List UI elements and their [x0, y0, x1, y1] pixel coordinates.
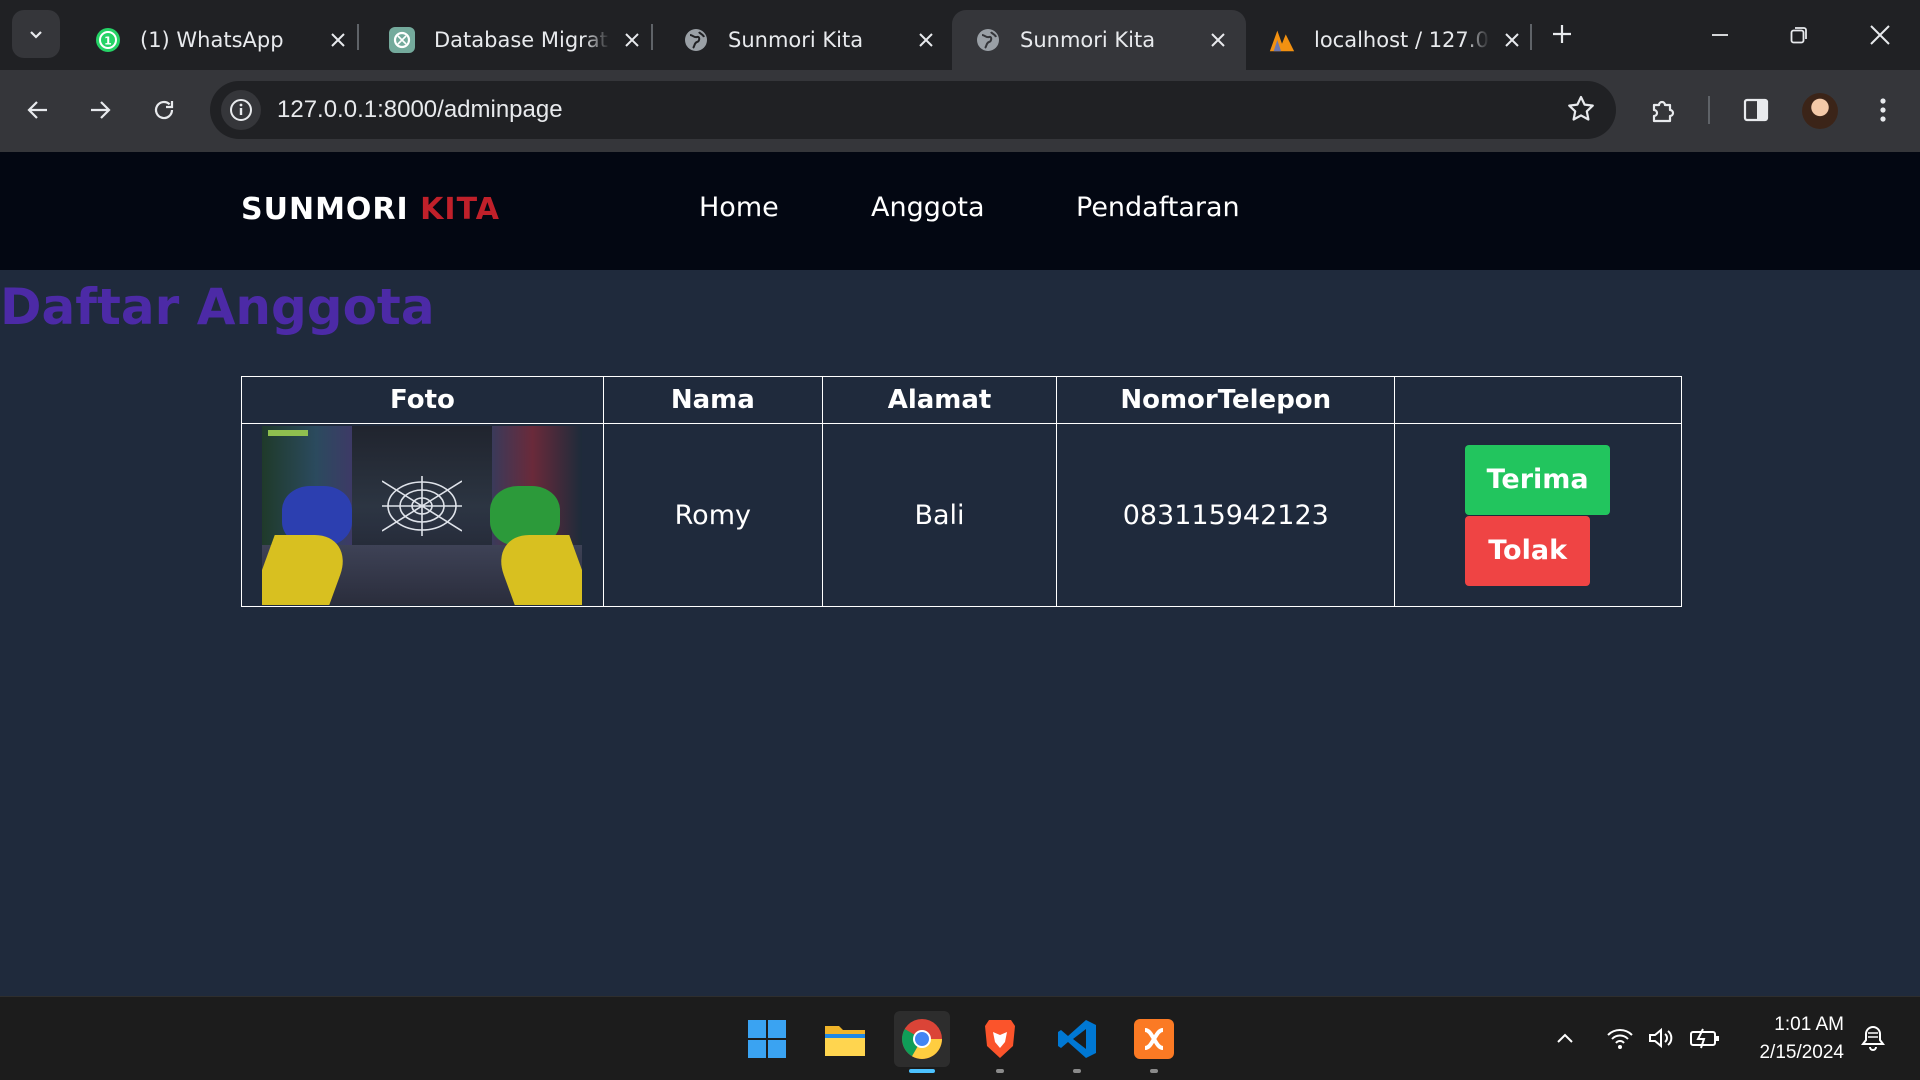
- file-explorer-icon[interactable]: [817, 1011, 873, 1067]
- brave-icon[interactable]: [972, 1011, 1028, 1073]
- restore-icon: [1790, 27, 1807, 44]
- chrome-icon[interactable]: [894, 1011, 950, 1073]
- close-window-button[interactable]: [1850, 10, 1910, 60]
- windows-taskbar: 1:01 AM 2/15/2024: [0, 996, 1920, 1080]
- accept-button[interactable]: Terima: [1465, 444, 1611, 515]
- tab-sunmori-kita-1[interactable]: Sunmori Kita: [660, 10, 954, 70]
- close-icon[interactable]: [1498, 26, 1526, 54]
- close-icon[interactable]: [1204, 26, 1232, 54]
- table-header-row: Foto Nama Alamat NomorTelepon: [241, 376, 1682, 424]
- header-foto: Foto: [241, 376, 604, 424]
- taskbar-indicator: [909, 1069, 935, 1073]
- clock-date: 2/15/2024: [1759, 1042, 1844, 1063]
- nama-cell: Romy: [602, 423, 823, 607]
- table-row: Romy Bali 083115942123 Terima Tolak: [241, 423, 1682, 607]
- wifi-icon[interactable]: [1603, 1021, 1637, 1055]
- chevron-down-icon: [30, 31, 42, 39]
- toolbar-separator: [1708, 96, 1710, 124]
- vscode-icon[interactable]: [1049, 1011, 1105, 1073]
- tab-separator: [357, 24, 359, 50]
- windows-start-icon[interactable]: [739, 1011, 795, 1067]
- system-clock[interactable]: 1:01 AM 2/15/2024: [1730, 1011, 1844, 1067]
- tab-title: Sunmori Kita: [1020, 28, 1156, 52]
- chatgpt-icon: [388, 26, 416, 54]
- browser-tab-bar: 1 (1) WhatsApp Database Migration Sunmor…: [0, 0, 1920, 70]
- extensions-button[interactable]: [1640, 87, 1686, 133]
- tab-title: localhost / 127.0.0.1: [1314, 28, 1490, 52]
- tab-database-migration[interactable]: Database Migration: [366, 10, 660, 70]
- brand-part-1: SUNMORI: [241, 192, 409, 227]
- globe-icon: [682, 26, 710, 54]
- clock-time: 1:01 AM: [1774, 1014, 1844, 1035]
- plus-icon: [1553, 25, 1571, 43]
- telepon-cell: 083115942123: [1056, 423, 1396, 607]
- back-button[interactable]: [14, 86, 62, 134]
- profile-avatar[interactable]: [1802, 93, 1838, 129]
- actions-cell: Terima Tolak: [1394, 423, 1682, 607]
- globe-icon: [974, 26, 1002, 54]
- address-bar[interactable]: 127.0.0.1:8000/adminpage: [210, 81, 1616, 139]
- nav-link-anggota[interactable]: Anggota: [871, 192, 985, 223]
- tab-whatsapp[interactable]: 1 (1) WhatsApp: [72, 10, 366, 70]
- taskbar-indicator: [1073, 1069, 1081, 1073]
- members-table: Foto Nama Alamat NomorTelepon Romy Bali …: [241, 376, 1682, 607]
- xampp-icon[interactable]: [1126, 1011, 1182, 1073]
- menu-button[interactable]: [1860, 87, 1906, 133]
- forward-button[interactable]: [76, 86, 124, 134]
- tab-title: Sunmori Kita: [728, 28, 864, 52]
- close-icon[interactable]: [618, 26, 646, 54]
- taskbar-indicator: [1150, 1069, 1158, 1073]
- url-text[interactable]: 127.0.0.1:8000/adminpage: [277, 96, 563, 124]
- kebab-menu-icon: [1880, 98, 1886, 122]
- spider-web-icon: [382, 475, 462, 536]
- site-navbar: SUNMORI KITA Home Anggota Pendaftaran: [0, 152, 1920, 270]
- side-panel-button[interactable]: [1733, 87, 1779, 133]
- bookmark-star-icon[interactable]: [1566, 94, 1596, 128]
- arrow-left-icon: [27, 101, 47, 119]
- header-alamat: Alamat: [821, 376, 1058, 424]
- close-icon[interactable]: [912, 26, 940, 54]
- tab-separator: [1530, 24, 1532, 50]
- battery-icon[interactable]: [1688, 1021, 1722, 1055]
- reload-button[interactable]: [140, 86, 188, 134]
- chevron-up-icon[interactable]: [1548, 1021, 1582, 1055]
- alamat-cell: Bali: [821, 423, 1058, 607]
- new-tab-button[interactable]: [1546, 18, 1578, 50]
- minimize-icon: [1712, 34, 1728, 36]
- nav-link-home[interactable]: Home: [699, 192, 779, 223]
- reject-button[interactable]: Tolak: [1465, 515, 1591, 586]
- volume-icon[interactable]: [1644, 1021, 1678, 1055]
- header-nomor-telepon: NomorTelepon: [1056, 376, 1396, 424]
- puzzle-icon: [1652, 100, 1675, 123]
- phpmyadmin-icon: [1268, 26, 1296, 54]
- browser-toolbar: 127.0.0.1:8000/adminpage: [0, 70, 1920, 152]
- tab-search-button[interactable]: [12, 10, 60, 58]
- reload-icon: [154, 100, 174, 120]
- nav-link-pendaftaran[interactable]: Pendaftaran: [1076, 192, 1240, 223]
- svg-text:1: 1: [104, 35, 112, 48]
- tab-sunmori-kita-active[interactable]: Sunmori Kita: [952, 10, 1246, 70]
- restore-button[interactable]: [1769, 10, 1829, 60]
- header-nama: Nama: [602, 376, 823, 424]
- minimize-button[interactable]: [1690, 10, 1750, 60]
- taskbar-indicator: [996, 1069, 1004, 1073]
- site-info-icon[interactable]: [221, 90, 261, 130]
- notification-bell-icon[interactable]: [1856, 1021, 1890, 1055]
- header-actions: [1394, 376, 1682, 424]
- brand-logo[interactable]: SUNMORI KITA: [241, 192, 500, 227]
- close-icon[interactable]: [324, 26, 352, 54]
- tab-separator: [651, 24, 653, 50]
- side-panel-icon: [1743, 98, 1769, 122]
- tab-title: Database Migration: [434, 28, 610, 52]
- close-icon: [1870, 25, 1890, 45]
- brand-part-2: KITA: [420, 192, 500, 227]
- whatsapp-icon: 1: [94, 26, 122, 54]
- tab-title: (1) WhatsApp: [140, 28, 284, 52]
- page-title: Daftar Anggota: [0, 278, 435, 336]
- member-photo: [262, 425, 582, 605]
- tab-phpmyadmin[interactable]: localhost / 127.0.0.1: [1246, 10, 1540, 70]
- arrow-right-icon: [91, 101, 111, 119]
- foto-cell: [241, 423, 604, 607]
